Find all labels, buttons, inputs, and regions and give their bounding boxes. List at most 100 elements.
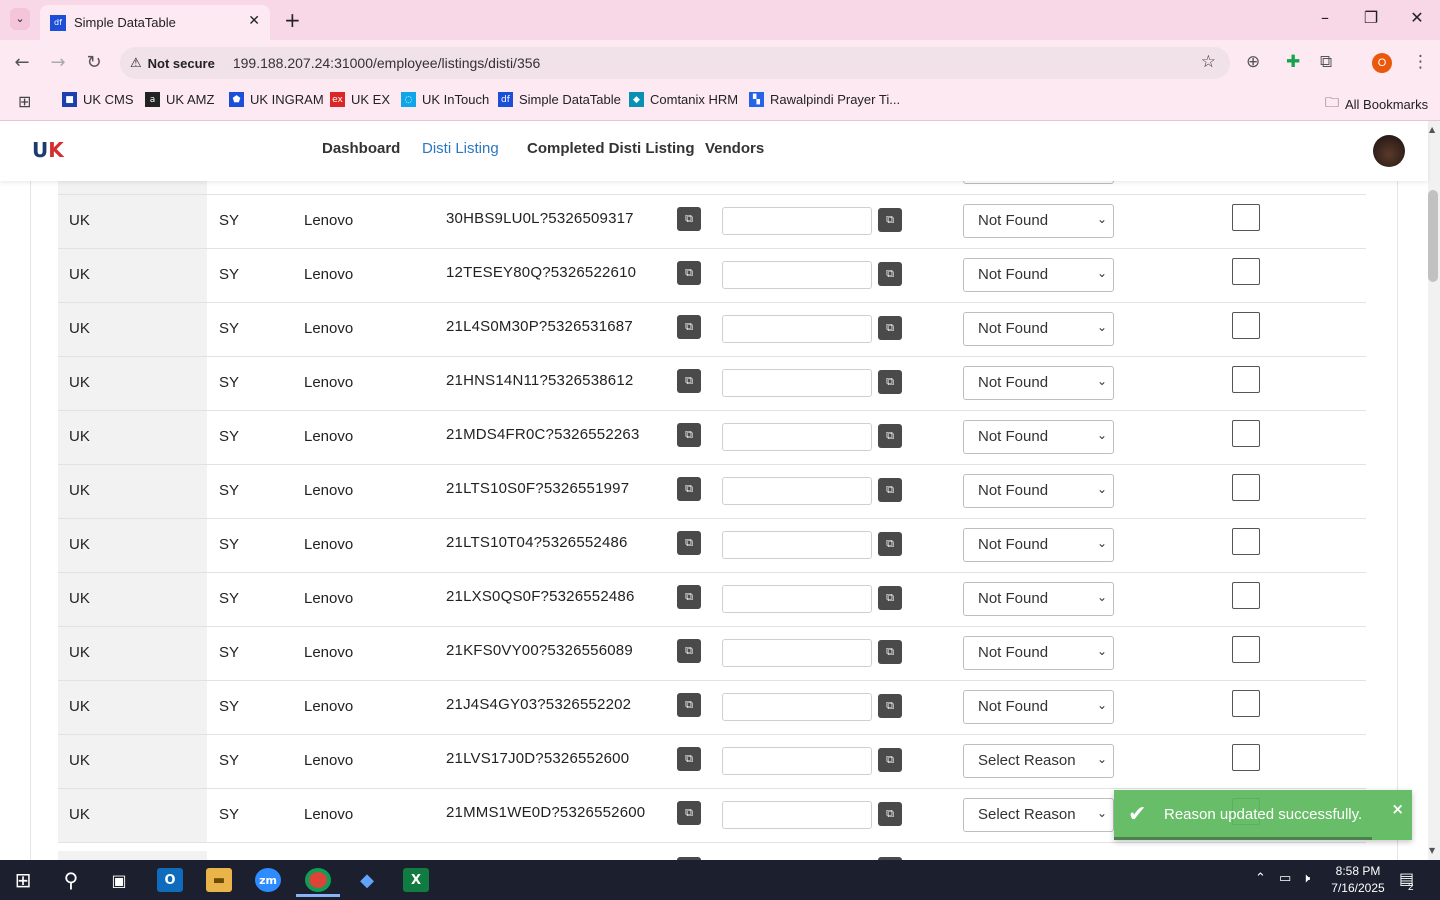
reason-select[interactable]: Not Found ⌄ <box>963 258 1114 292</box>
uk-logo[interactable]: UK <box>32 138 64 162</box>
reason-select-partial[interactable] <box>963 181 1114 184</box>
reason-select[interactable]: Select Reason ⌄ <box>963 744 1114 778</box>
paste-icon[interactable]: ⧉ <box>878 748 902 772</box>
volume-muted-icon[interactable]: 🕨 <box>1302 871 1310 886</box>
price-input[interactable] <box>722 423 872 451</box>
copy-part-icon[interactable]: ⧉ <box>677 423 701 447</box>
new-tab-icon[interactable]: + <box>284 8 301 32</box>
bookmark-ingram[interactable]: ⬟ UK INGRAM <box>229 92 324 107</box>
copy-part-icon[interactable]: ⧉ <box>677 693 701 717</box>
scrollbar-thumb[interactable] <box>1428 190 1438 282</box>
excel-icon[interactable]: X <box>403 868 429 892</box>
scroll-up-icon[interactable]: ▲ <box>1429 125 1435 134</box>
paste-icon[interactable]: ⧉ <box>878 802 902 826</box>
price-input[interactable] <box>722 801 872 829</box>
copy-part-icon[interactable]: ⧉ <box>677 477 701 501</box>
all-bookmarks[interactable]: 🗀 All Bookmarks <box>1325 92 1428 116</box>
paste-icon[interactable]: ⧉ <box>878 532 902 556</box>
price-input[interactable] <box>722 747 872 775</box>
row-checkbox[interactable] <box>1232 474 1260 501</box>
address-bar[interactable]: ⚠ Not secure 199.188.207.24:31000/employ… <box>120 47 1230 79</box>
row-checkbox[interactable] <box>1232 420 1260 447</box>
row-checkbox[interactable] <box>1232 312 1260 339</box>
restore-icon[interactable]: ❐ <box>1356 8 1386 27</box>
price-input[interactable] <box>722 639 872 667</box>
row-checkbox[interactable] <box>1232 582 1260 609</box>
bookmark-amazon[interactable]: a UK AMZ <box>145 92 214 107</box>
copy-part-icon[interactable]: ⧉ <box>677 585 701 609</box>
url-text[interactable]: 199.188.207.24:31000/employee/listings/d… <box>233 55 540 71</box>
reason-select[interactable]: Not Found ⌄ <box>963 528 1114 562</box>
price-input[interactable] <box>722 477 872 505</box>
minimize-icon[interactable]: – <box>1310 8 1340 27</box>
bookmark-uk-cms[interactable]: ■ UK CMS <box>62 92 134 107</box>
toast-close-icon[interactable]: × <box>1391 800 1404 818</box>
paste-icon[interactable]: ⧉ <box>878 478 902 502</box>
nav-completed-disti-listing[interactable]: Completed Disti Listing <box>527 140 695 157</box>
row-checkbox[interactable] <box>1232 366 1260 393</box>
reason-select[interactable]: Not Found ⌄ <box>963 312 1114 346</box>
copy-part-icon[interactable]: ⧉ <box>677 369 701 393</box>
copy-part-icon[interactable]: ⧉ <box>677 747 701 771</box>
bookmark-prayer[interactable]: ▚ Rawalpindi Prayer Ti... <box>749 92 900 107</box>
user-avatar[interactable] <box>1373 135 1405 167</box>
app-diamond-icon[interactable]: ◆ <box>354 868 380 892</box>
browser-tab[interactable]: df Simple DataTable ✕ <box>40 5 270 40</box>
copy-part-icon[interactable]: ⧉ <box>677 261 701 285</box>
nav-vendors[interactable]: Vendors <box>705 140 764 157</box>
window-close-icon[interactable]: ✕ <box>1402 8 1432 27</box>
reason-select[interactable]: Not Found ⌄ <box>963 474 1114 508</box>
copy-part-icon[interactable]: ⧉ <box>677 639 701 663</box>
translate-icon[interactable]: ⊕ <box>1246 52 1260 72</box>
row-checkbox[interactable] <box>1232 636 1260 663</box>
not-secure-label[interactable]: Not secure <box>148 56 215 71</box>
tab-list-chevron-icon[interactable]: ⌄ <box>10 8 30 30</box>
row-checkbox[interactable] <box>1232 204 1260 231</box>
paste-icon[interactable]: ⧉ <box>878 640 902 664</box>
tray-chevron-icon[interactable]: ⌃ <box>1255 871 1266 886</box>
profile-avatar[interactable]: O <box>1372 53 1392 73</box>
apps-grid-icon[interactable]: ⊞ <box>18 92 31 111</box>
paste-icon[interactable]: ⧉ <box>878 208 902 232</box>
system-clock[interactable]: 8:58 PM 7/16/2025 <box>1325 863 1391 897</box>
row-checkbox[interactable] <box>1232 690 1260 717</box>
reload-icon[interactable]: ↻ <box>82 52 106 73</box>
bookmark-hrm[interactable]: ◆ Comtanix HRM <box>629 92 738 107</box>
row-checkbox[interactable] <box>1232 528 1260 555</box>
reason-select[interactable]: Not Found ⌄ <box>963 420 1114 454</box>
paste-icon[interactable]: ⧉ <box>878 586 902 610</box>
reason-select[interactable]: Not Found ⌄ <box>963 582 1114 616</box>
search-icon[interactable]: ⚲ <box>58 868 84 892</box>
paste-icon[interactable]: ⧉ <box>878 370 902 394</box>
menu-dots-icon[interactable]: ⋮ <box>1412 52 1429 72</box>
copy-part-icon[interactable]: ⧉ <box>677 531 701 555</box>
price-input[interactable] <box>722 261 872 289</box>
forward-icon[interactable]: → <box>46 52 70 73</box>
bookmark-intouch[interactable]: ◌ UK InTouch <box>401 92 489 107</box>
copy-part-icon[interactable]: ⧉ <box>677 315 701 339</box>
network-icon[interactable]: ▭ <box>1279 871 1291 886</box>
price-input[interactable] <box>722 585 872 613</box>
scroll-down-icon[interactable]: ▼ <box>1429 846 1435 855</box>
paste-icon[interactable]: ⧉ <box>878 262 902 286</box>
back-icon[interactable]: ← <box>10 52 34 73</box>
task-view-icon[interactable]: ▣ <box>106 868 132 892</box>
file-explorer-icon[interactable]: ▬ <box>206 868 232 892</box>
bookmark-star-icon[interactable]: ☆ <box>1201 52 1216 72</box>
paste-icon[interactable]: ⧉ <box>878 694 902 718</box>
reason-select[interactable]: Select Reason ⌄ <box>963 798 1114 832</box>
price-input[interactable] <box>722 315 872 343</box>
paste-icon[interactable]: ⧉ <box>878 424 902 448</box>
price-input[interactable] <box>722 693 872 721</box>
reason-select[interactable]: Not Found ⌄ <box>963 690 1114 724</box>
reason-select[interactable]: Not Found ⌄ <box>963 204 1114 238</box>
price-input[interactable] <box>722 369 872 397</box>
bookmark-ex[interactable]: ex UK EX <box>330 92 390 107</box>
reason-select[interactable]: Not Found ⌄ <box>963 636 1114 670</box>
zoom-icon[interactable]: zm <box>255 868 281 892</box>
price-input[interactable] <box>722 207 872 235</box>
extension-plus-icon[interactable]: ✚ <box>1286 52 1300 72</box>
price-input[interactable] <box>722 531 872 559</box>
row-checkbox[interactable] <box>1232 744 1260 771</box>
reason-select[interactable]: Not Found ⌄ <box>963 366 1114 400</box>
